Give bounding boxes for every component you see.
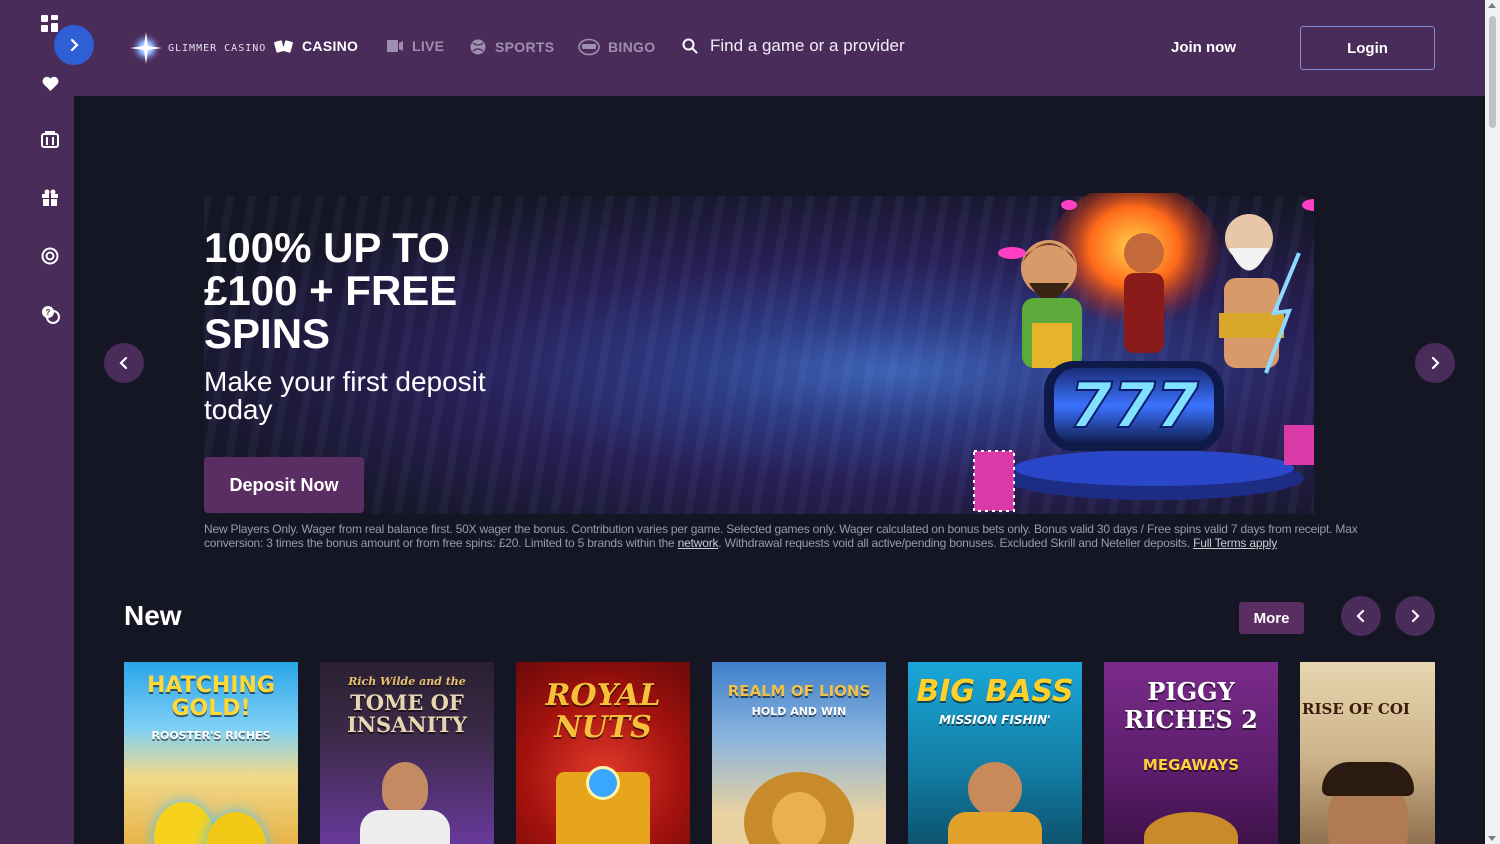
character-graphic xyxy=(360,810,450,844)
nav-sports[interactable]: SPORTS xyxy=(469,38,554,56)
terms-text-2: . Withdrawal requests void all active/pe… xyxy=(718,536,1190,550)
game-title: REALM OF LIONS xyxy=(727,682,871,700)
login-button[interactable]: Login xyxy=(1300,26,1435,70)
game-tile-hatching-gold[interactable]: HATCHING GOLD! ROOSTER'S RICHES xyxy=(124,662,298,844)
lion-graphic xyxy=(772,792,826,844)
sports-ball-icon xyxy=(470,39,486,55)
scroll-down-arrow-icon[interactable] xyxy=(1488,836,1496,841)
scroll-up-arrow-icon[interactable] xyxy=(1488,3,1496,8)
game-title: TOME OF INSANITY xyxy=(346,690,468,738)
nav-sports-label: SPORTS xyxy=(495,39,555,55)
scrollbar-thumb[interactable] xyxy=(1489,16,1496,128)
chevron-left-icon xyxy=(119,356,128,370)
promo-subhead: Make your first deposit today xyxy=(204,366,486,425)
game-subtitle: ROOSTER'S RICHES xyxy=(151,729,271,742)
game-title: RISE OF COI xyxy=(1302,700,1410,718)
logo-text: GLIMMER CASINO xyxy=(168,42,267,54)
more-button[interactable]: More xyxy=(1239,602,1304,634)
nav-live[interactable]: LIVE xyxy=(386,38,444,54)
game-tile-realm-of-lions[interactable]: REALM OF LIONS HOLD AND WIN xyxy=(712,662,886,844)
game-subtitle: MEGAWAYS xyxy=(1142,756,1240,774)
casino-building-icon[interactable] xyxy=(39,129,61,151)
nav-bingo-label: BINGO xyxy=(608,39,656,55)
slot-machine-artwork: 777 xyxy=(973,193,1314,512)
promo-terms: New Players Only. Wager from real balanc… xyxy=(204,522,1374,550)
gold-bags-graphic xyxy=(1144,812,1238,844)
game-title: ROYAL NUTS xyxy=(545,678,661,745)
heart-icon[interactable] xyxy=(39,72,61,94)
game-tile-royal-nuts[interactable]: ROYAL NUTS xyxy=(516,662,690,844)
search-placeholder: Find a game or a provider xyxy=(710,36,905,55)
expand-sidebar-button[interactable] xyxy=(54,25,94,65)
games-prev-button[interactable] xyxy=(1341,596,1381,636)
main-content: 777 100% UP TO £100 + FREE SPINS Make yo… xyxy=(74,96,1485,844)
nav-casino-label: CASINO xyxy=(302,38,359,54)
target-icon[interactable] xyxy=(39,245,61,267)
terms-network-link[interactable]: network xyxy=(678,536,719,550)
search-icon xyxy=(682,38,698,54)
egg-graphic xyxy=(206,812,266,844)
game-title: BIG BASS xyxy=(916,674,1074,709)
game-tile-piggy-riches-2[interactable]: PIGGY RICHES 2 MEGAWAYS xyxy=(1104,662,1278,844)
promo-headline: 100% UP TO £100 + FREE SPINS xyxy=(204,224,458,357)
egg-graphic xyxy=(154,802,214,844)
chat-support-icon[interactable]: ? xyxy=(39,303,61,325)
nav-casino[interactable]: CASINO xyxy=(274,38,358,54)
top-header: GLIMMER CASINO CASINO LIVE SPORTS BINGO … xyxy=(74,0,1485,96)
page-scrollbar[interactable] xyxy=(1485,0,1500,844)
cards-icon xyxy=(274,40,293,53)
new-games-row: HATCHING GOLD! ROOSTER'S RICHES Rich Wil… xyxy=(124,662,1435,844)
nav-live-label: LIVE xyxy=(412,38,445,54)
game-subtitle: Rich Wilde and the xyxy=(348,675,466,688)
nav-bingo[interactable]: BINGO xyxy=(578,38,655,56)
character-graphic xyxy=(382,762,428,814)
bingo-ball-icon xyxy=(578,38,600,56)
banner-prev-button[interactable] xyxy=(104,343,144,383)
brand-logo[interactable]: GLIMMER CASINO xyxy=(126,30,266,66)
chevron-left-icon xyxy=(1356,609,1365,623)
banner-next-button[interactable] xyxy=(1415,343,1455,383)
game-title: PIGGY RICHES 2 xyxy=(1124,677,1258,734)
fisherman-graphic xyxy=(948,812,1042,844)
reel-sevens-text: 777 xyxy=(1069,369,1199,442)
full-terms-link[interactable]: Full Terms apply xyxy=(1193,536,1277,550)
gift-icon[interactable] xyxy=(39,187,61,209)
character-graphic xyxy=(1322,762,1414,796)
gem-graphic xyxy=(586,766,620,800)
game-tile-big-bass[interactable]: BIG BASS MISSION FISHIN' xyxy=(908,662,1082,844)
section-title-new: New xyxy=(124,600,182,631)
game-tile-tome-of-insanity[interactable]: Rich Wilde and the TOME OF INSANITY xyxy=(320,662,494,844)
live-dealer-icon xyxy=(387,40,403,52)
chevron-right-icon xyxy=(1431,356,1440,370)
game-title: HATCHING GOLD! xyxy=(147,673,275,722)
search-bar[interactable]: Find a game or a provider xyxy=(682,36,905,56)
svg-text:?: ? xyxy=(45,308,50,317)
sparkle-logo-icon xyxy=(130,32,162,64)
games-next-button[interactable] xyxy=(1395,596,1435,636)
left-sidebar: ? xyxy=(0,0,74,844)
join-now-link[interactable]: Join now xyxy=(1171,39,1236,56)
game-subtitle: HOLD AND WIN xyxy=(751,705,847,718)
deposit-now-button[interactable]: Deposit Now xyxy=(204,457,364,513)
chevron-right-icon xyxy=(1411,609,1420,623)
game-tile-rise-of-coins[interactable]: RISE OF COI xyxy=(1300,662,1435,844)
fisherman-graphic xyxy=(968,762,1022,816)
game-subtitle: MISSION FISHIN' xyxy=(939,713,1051,727)
